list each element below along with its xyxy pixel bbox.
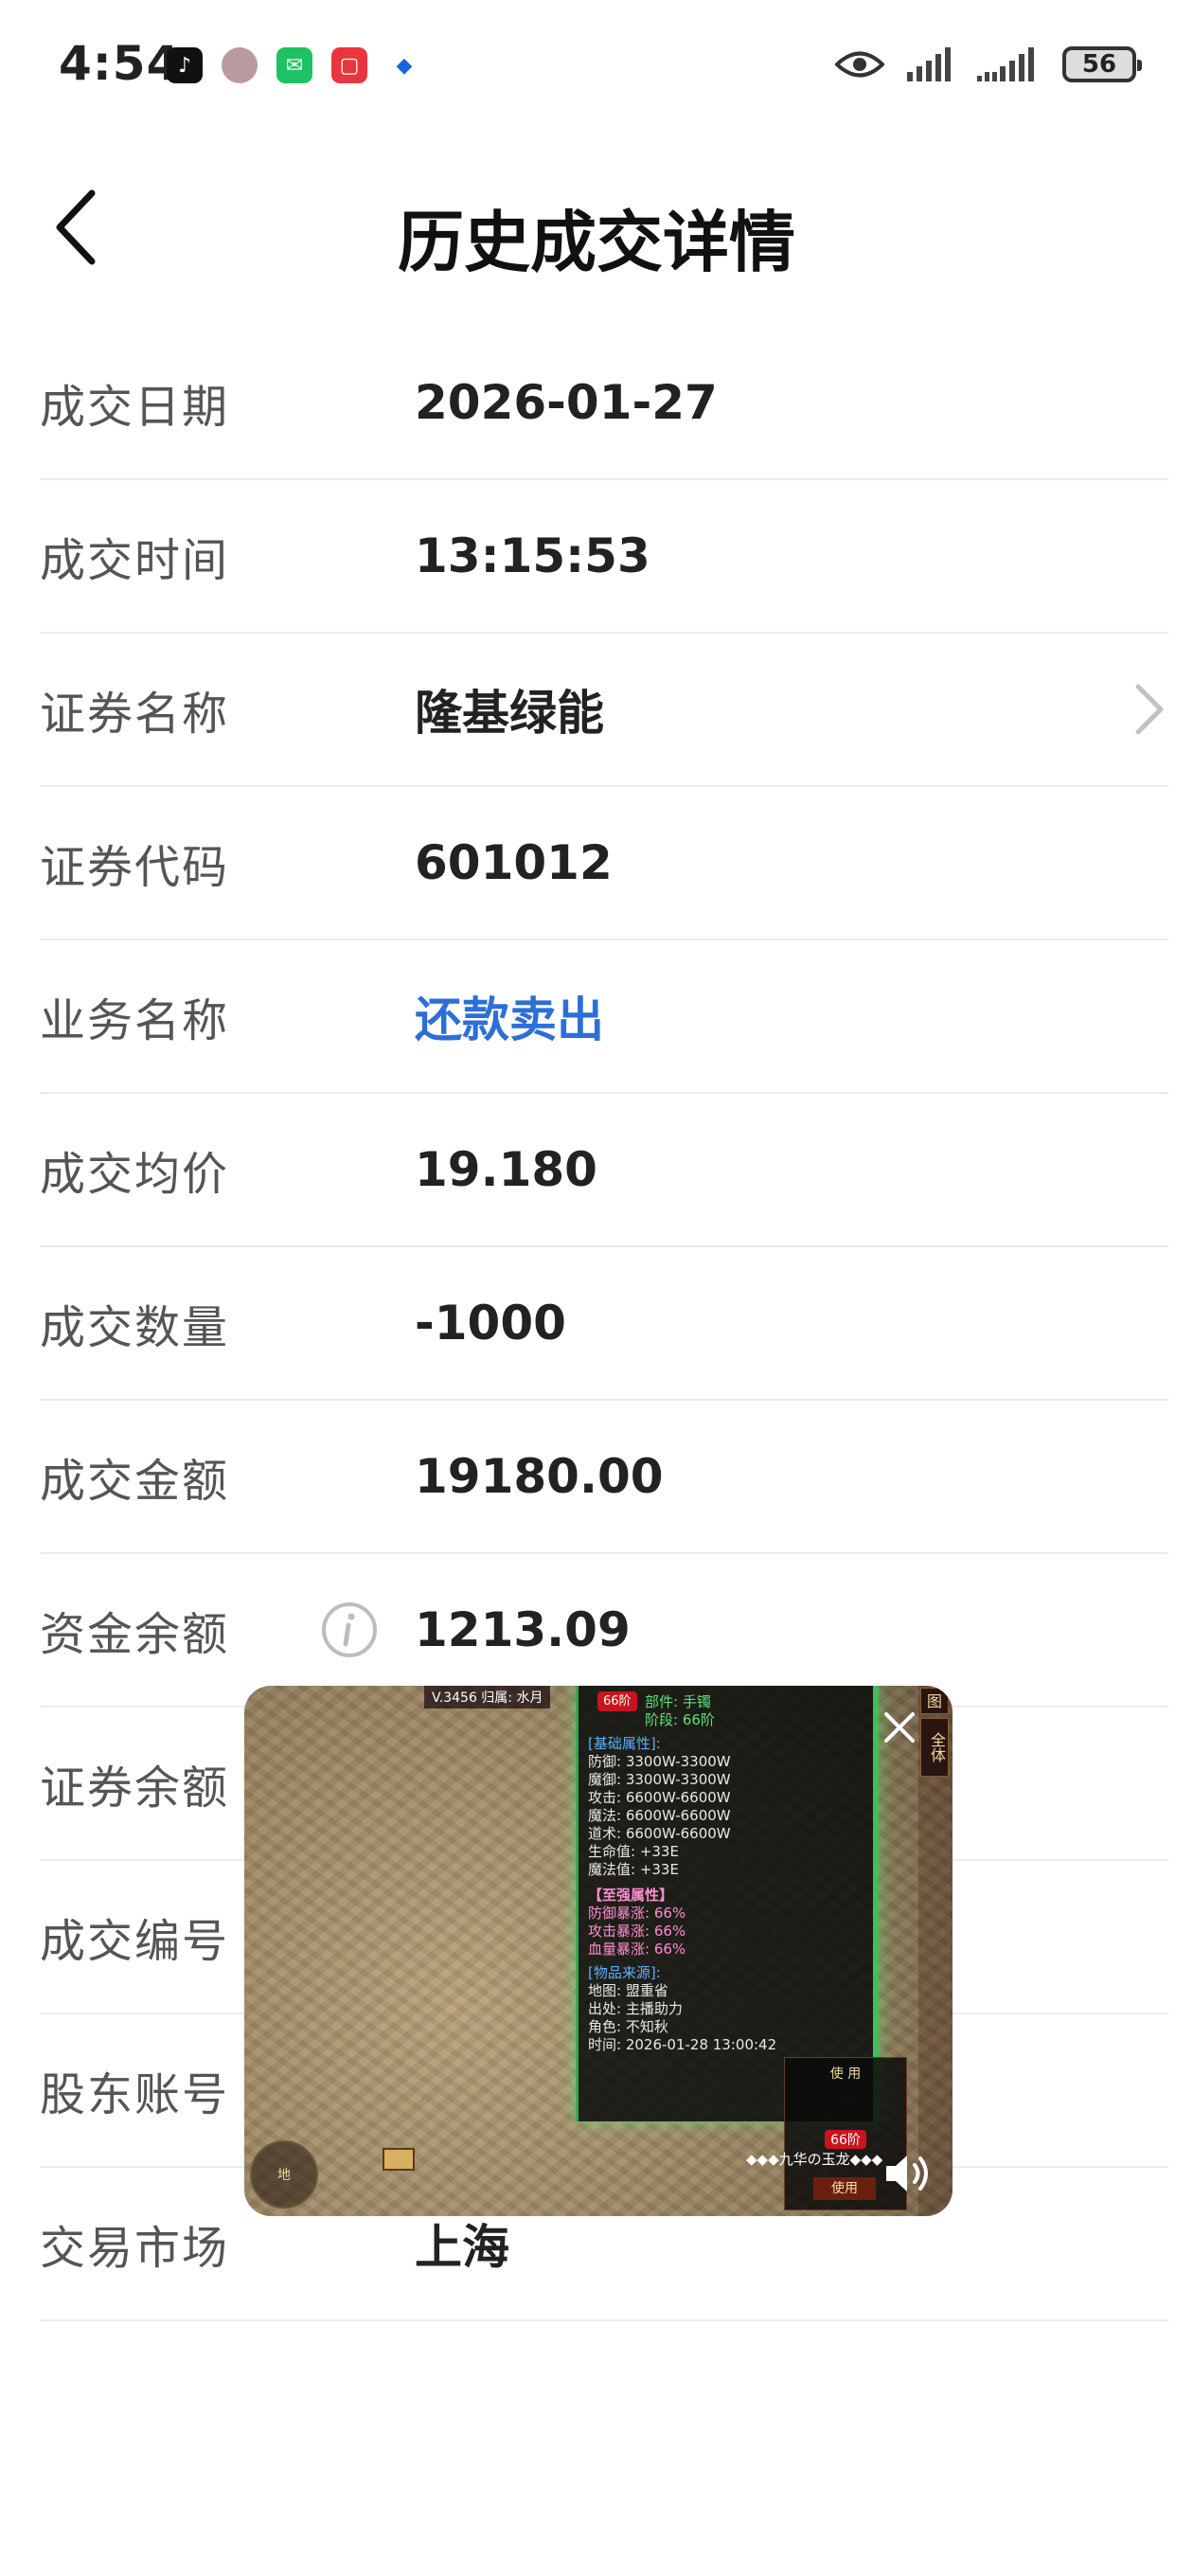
row-label: 成交日期 [40, 381, 230, 434]
base-stat: 魔法值: +33E [588, 1861, 679, 1878]
row-quantity: 成交数量 -1000 [40, 1247, 1168, 1401]
signal-icon [907, 47, 951, 81]
row-value: 19180.00 [415, 1449, 664, 1504]
business-name-link[interactable]: 还款卖出 [415, 982, 604, 1050]
player-tag: V.3456 归属: 水月 [424, 1686, 551, 1708]
row-value: 上海 [415, 2220, 509, 2275]
blue-app-icon: ◆ [386, 47, 422, 83]
row-label: 交易市场 [40, 2222, 230, 2275]
row-label: 成交数量 [40, 1301, 230, 1354]
row-value: -1000 [415, 1296, 566, 1351]
row-amount: 成交金额 19180.00 [40, 1401, 1168, 1554]
row-security-code: 证券代码 601012 [40, 787, 1168, 940]
source-stat: 角色: 不知秋 [588, 2018, 668, 2035]
minimap-button[interactable]: 地 [250, 2140, 318, 2209]
row-business-name: 业务名称 还款卖出 [40, 940, 1168, 1094]
avatar-icon [222, 47, 258, 83]
eye-icon [835, 51, 884, 78]
page-title: 历史成交详情 [398, 204, 795, 281]
scrolling-message: ◆◆◆九华の玉龙◆◆◆ [746, 2151, 883, 2168]
item-stage-line: 阶段: 66阶 [645, 1711, 715, 1728]
row-trade-date: 成交日期 2026-01-27 [40, 327, 1168, 480]
enhance-stat: 血量暴涨: 66% [588, 1941, 686, 1958]
signal-2-icon [977, 47, 1034, 81]
source-stat: 地图: 盟重省 [588, 1982, 668, 1999]
close-icon[interactable] [879, 1707, 920, 1748]
enhance-stat: 攻击暴涨: 66% [588, 1923, 686, 1940]
enhance-stats-header: 【至强属性】 [588, 1887, 674, 1904]
row-value: 601012 [415, 835, 613, 890]
row-value: 19.180 [415, 1142, 597, 1197]
row-label: 证券代码 [40, 841, 230, 894]
system-icons: 56 [835, 45, 1142, 83]
row-security-name[interactable]: 证券名称 隆基绿能 [40, 634, 1168, 787]
chevron-right-icon[interactable] [1131, 681, 1168, 738]
status-time: 4:54 [59, 36, 181, 91]
base-stat: 生命值: +33E [588, 1843, 679, 1860]
base-stats-header: [基础属性]: [588, 1735, 661, 1752]
row-label: 业务名称 [40, 994, 230, 1047]
row-trade-time: 成交时间 13:15:53 [40, 480, 1168, 634]
floating-video-overlay[interactable]: V.3456 归属: 水月 66阶 部件: 手镯 阶段: 66阶 [基础属性]:… [244, 1686, 953, 2216]
notification-icons: ♪ ✉ ▢ ◆ [167, 47, 422, 83]
base-stat: 攻击: 6600W-6600W [588, 1789, 731, 1806]
row-value: 隆基绿能 [415, 686, 604, 741]
status-bar: 4:54 ♪ ✉ ▢ ◆ 56 [0, 0, 1193, 142]
row-value: 2026-01-27 [415, 375, 718, 430]
game-all-button[interactable]: 全体 [920, 1718, 949, 1777]
info-icon[interactable] [320, 1601, 379, 1659]
row-label: 成交编号 [40, 1915, 230, 1968]
red-app-icon: ▢ [331, 47, 367, 83]
game-map-button[interactable]: 图 [920, 1688, 949, 1714]
base-stat: 道术: 6600W-6600W [588, 1825, 731, 1842]
item-level-badge: 66阶 [597, 1691, 637, 1711]
popup-title: 使 用 [829, 2066, 862, 2082]
battery-indicator: 56 [1062, 46, 1142, 82]
row-label: 资金余额 [40, 1608, 230, 1661]
source-stat: 出处: 主播助力 [588, 2000, 683, 2017]
page-header: 历史成交详情 [0, 161, 1193, 294]
row-value: 13:15:53 [415, 528, 650, 583]
game-side-bar: 图 全体 [918, 1686, 953, 2216]
row-label: 成交时间 [40, 534, 230, 587]
tiktok-icon: ♪ [167, 47, 203, 83]
volume-icon[interactable] [882, 2150, 935, 2197]
source-stat: 时间: 2026-01-28 13:00:42 [588, 2036, 777, 2053]
row-value: 1213.09 [415, 1602, 631, 1657]
row-label: 证券余额 [40, 1762, 230, 1815]
use-item-button[interactable]: 使用 [813, 2177, 876, 2200]
popup-badge: 66阶 [825, 2130, 866, 2149]
base-stat: 魔法: 6600W-6600W [588, 1807, 731, 1824]
base-stat: 防御: 3300W-3300W [588, 1753, 731, 1770]
row-label: 成交金额 [40, 1455, 230, 1508]
row-label: 证券名称 [40, 688, 230, 741]
row-cash-balance: 资金余额 1213.09 [40, 1554, 1168, 1708]
source-header: [物品来源]: [588, 1964, 661, 1981]
base-stat: 魔御: 3300W-3300W [588, 1771, 731, 1788]
row-label: 股东账号 [40, 2068, 230, 2121]
row-label: 成交均价 [40, 1148, 230, 1201]
item-tooltip-panel: 66阶 部件: 手镯 阶段: 66阶 [基础属性]: 防御: 3300W-330… [576, 1686, 879, 2121]
mail-icon[interactable] [383, 2148, 415, 2171]
enhance-stat: 防御暴涨: 66% [588, 1905, 686, 1922]
row-avg-price: 成交均价 19.180 [40, 1094, 1168, 1247]
wechat-icon: ✉ [276, 47, 312, 83]
